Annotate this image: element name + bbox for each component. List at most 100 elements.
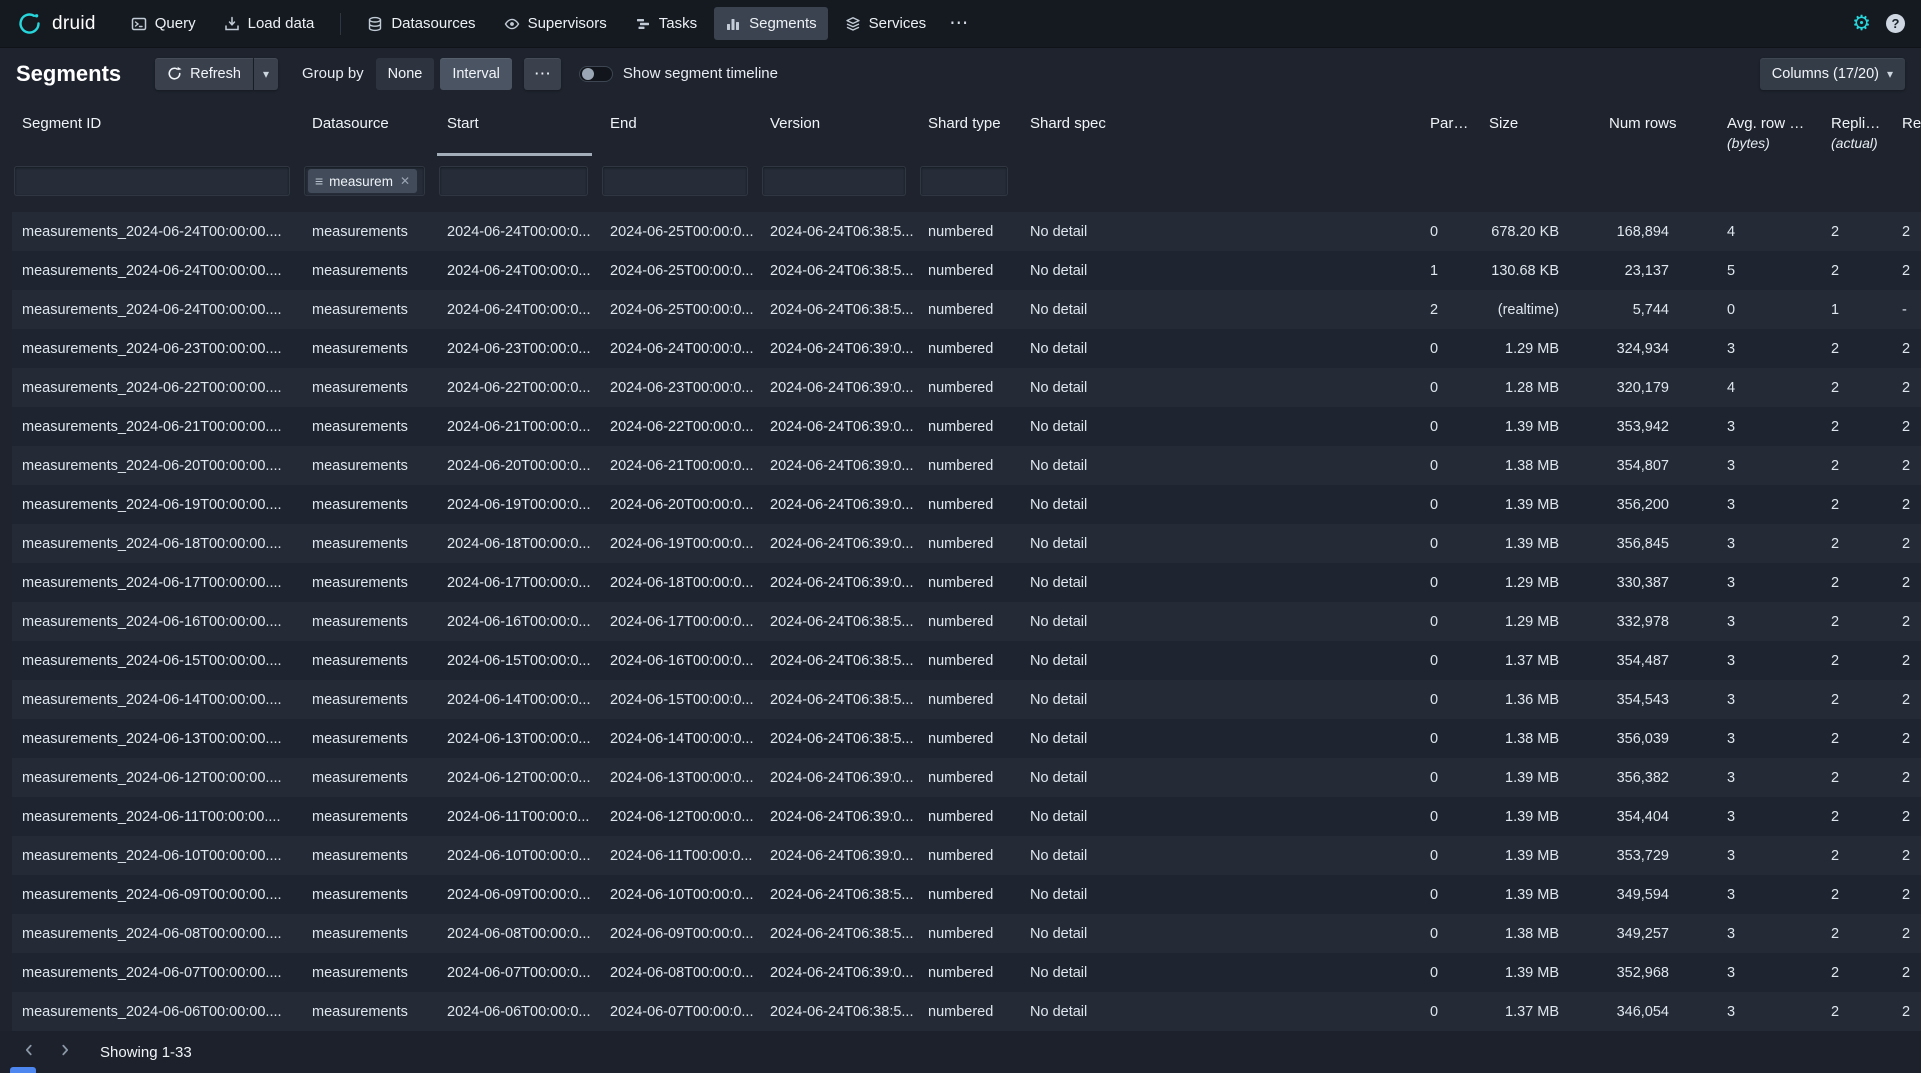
table-row[interactable]: measurements_2024-06-12T00:00:00....meas…	[12, 758, 1921, 797]
cell-version[interactable]: 2024-06-24T06:39:0...	[760, 797, 918, 836]
cell-partition[interactable]: 0	[1420, 485, 1479, 524]
cell-end[interactable]: 2024-06-20T00:00:0...	[600, 485, 760, 524]
cell-num-rows[interactable]: 354,404	[1599, 797, 1717, 836]
cell-replicas[interactable]: 1	[1821, 290, 1896, 329]
cell-shard-type[interactable]: numbered	[918, 524, 1020, 563]
cell-replicas[interactable]: 2	[1821, 836, 1896, 875]
cell-shard-type[interactable]: numbered	[918, 914, 1020, 953]
cell-shard-type[interactable]: numbered	[918, 602, 1020, 641]
cell-replication-factor[interactable]: 2	[1896, 953, 1921, 992]
cell-partition[interactable]: 0	[1420, 602, 1479, 641]
cell-replicas[interactable]: 2	[1821, 251, 1896, 290]
cell-end[interactable]: 2024-06-25T00:00:0...	[600, 290, 760, 329]
cell-segment-id[interactable]: measurements_2024-06-12T00:00:00....	[12, 758, 302, 797]
cell-start[interactable]: 2024-06-24T00:00:0...	[437, 212, 600, 251]
cell-size[interactable]: 1.39 MB	[1479, 836, 1599, 875]
cell-shard-spec[interactable]: No detail	[1020, 368, 1420, 407]
cell-num-rows[interactable]: 330,387	[1599, 563, 1717, 602]
cell-end[interactable]: 2024-06-25T00:00:0...	[600, 251, 760, 290]
refresh-button[interactable]: Refresh	[155, 58, 253, 90]
cell-size[interactable]: 1.29 MB	[1479, 329, 1599, 368]
cell-replicas[interactable]: 2	[1821, 953, 1896, 992]
nav-item-segments[interactable]: Segments	[714, 7, 828, 40]
cell-avg-row-size[interactable]: 0	[1717, 290, 1821, 329]
cell-replicas[interactable]: 2	[1821, 758, 1896, 797]
table-row[interactable]: measurements_2024-06-07T00:00:00....meas…	[12, 953, 1921, 992]
cell-version[interactable]: 2024-06-24T06:38:5...	[760, 992, 918, 1031]
cell-replication-factor[interactable]: 2	[1896, 992, 1921, 1031]
cell-datasource[interactable]: measurements	[302, 992, 437, 1031]
cell-partition[interactable]: 0	[1420, 212, 1479, 251]
column-header-datasource[interactable]: Datasource	[302, 108, 437, 156]
cell-replicas[interactable]: 2	[1821, 992, 1896, 1031]
column-header-start[interactable]: Start	[437, 108, 600, 156]
cell-shard-spec[interactable]: No detail	[1020, 953, 1420, 992]
cell-partition[interactable]: 0	[1420, 368, 1479, 407]
cell-end[interactable]: 2024-06-07T00:00:0...	[600, 992, 760, 1031]
cell-start[interactable]: 2024-06-19T00:00:0...	[437, 485, 600, 524]
cell-version[interactable]: 2024-06-24T06:39:0...	[760, 836, 918, 875]
cell-start[interactable]: 2024-06-10T00:00:0...	[437, 836, 600, 875]
cell-segment-id[interactable]: measurements_2024-06-23T00:00:00....	[12, 329, 302, 368]
cell-replicas[interactable]: 2	[1821, 407, 1896, 446]
cell-partition[interactable]: 0	[1420, 953, 1479, 992]
cell-shard-type[interactable]: numbered	[918, 563, 1020, 602]
cell-shard-type[interactable]: numbered	[918, 446, 1020, 485]
cell-replicas[interactable]: 2	[1821, 680, 1896, 719]
cell-version[interactable]: 2024-06-24T06:39:0...	[760, 329, 918, 368]
cell-version[interactable]: 2024-06-24T06:38:5...	[760, 212, 918, 251]
cell-version[interactable]: 2024-06-24T06:38:5...	[760, 875, 918, 914]
cell-datasource[interactable]: measurements	[302, 407, 437, 446]
cell-start[interactable]: 2024-06-09T00:00:0...	[437, 875, 600, 914]
cell-datasource[interactable]: measurements	[302, 953, 437, 992]
column-header-end[interactable]: End	[600, 108, 760, 156]
cell-segment-id[interactable]: measurements_2024-06-21T00:00:00....	[12, 407, 302, 446]
cell-replication-factor[interactable]: 2	[1896, 836, 1921, 875]
filter-input-start[interactable]	[439, 166, 588, 196]
cell-start[interactable]: 2024-06-21T00:00:0...	[437, 407, 600, 446]
column-header-num-rows[interactable]: Num rows	[1599, 108, 1717, 156]
cell-replication-factor[interactable]: 2	[1896, 602, 1921, 641]
cell-datasource[interactable]: measurements	[302, 212, 437, 251]
cell-version[interactable]: 2024-06-24T06:39:0...	[760, 758, 918, 797]
column-header-size[interactable]: Size	[1479, 108, 1599, 156]
cell-replication-factor[interactable]: 2	[1896, 368, 1921, 407]
cell-size[interactable]: 1.28 MB	[1479, 368, 1599, 407]
cell-shard-type[interactable]: numbered	[918, 875, 1020, 914]
cell-start[interactable]: 2024-06-15T00:00:0...	[437, 641, 600, 680]
cell-datasource[interactable]: measurements	[302, 797, 437, 836]
cell-end[interactable]: 2024-06-11T00:00:0...	[600, 836, 760, 875]
table-row[interactable]: measurements_2024-06-24T00:00:00....meas…	[12, 212, 1921, 251]
cell-size[interactable]: 678.20 KB	[1479, 212, 1599, 251]
cell-shard-type[interactable]: numbered	[918, 797, 1020, 836]
cell-start[interactable]: 2024-06-16T00:00:0...	[437, 602, 600, 641]
cell-segment-id[interactable]: measurements_2024-06-24T00:00:00....	[12, 290, 302, 329]
cell-datasource[interactable]: measurements	[302, 719, 437, 758]
cell-partition[interactable]: 0	[1420, 758, 1479, 797]
table-row[interactable]: measurements_2024-06-19T00:00:00....meas…	[12, 485, 1921, 524]
table-row[interactable]: measurements_2024-06-20T00:00:00....meas…	[12, 446, 1921, 485]
nav-item-tasks[interactable]: Tasks	[624, 7, 708, 40]
cell-shard-spec[interactable]: No detail	[1020, 992, 1420, 1031]
cell-num-rows[interactable]: 356,382	[1599, 758, 1717, 797]
nav-item-load-data[interactable]: Load data	[213, 7, 326, 40]
cell-start[interactable]: 2024-06-17T00:00:0...	[437, 563, 600, 602]
filter-input-shard-type[interactable]	[920, 166, 1008, 196]
cell-num-rows[interactable]: 5,744	[1599, 290, 1717, 329]
cell-size[interactable]: 1.39 MB	[1479, 875, 1599, 914]
column-header-shard-spec[interactable]: Shard spec	[1020, 108, 1420, 156]
cell-avg-row-size[interactable]: 3	[1717, 524, 1821, 563]
column-header-partition[interactable]: Partition	[1420, 108, 1479, 156]
cell-size[interactable]: 1.37 MB	[1479, 641, 1599, 680]
cell-start[interactable]: 2024-06-07T00:00:0...	[437, 953, 600, 992]
cell-replicas[interactable]: 2	[1821, 368, 1896, 407]
table-row[interactable]: measurements_2024-06-24T00:00:00....meas…	[12, 251, 1921, 290]
cell-shard-spec[interactable]: No detail	[1020, 836, 1420, 875]
cell-datasource[interactable]: measurements	[302, 524, 437, 563]
cell-version[interactable]: 2024-06-24T06:38:5...	[760, 680, 918, 719]
cell-num-rows[interactable]: 354,487	[1599, 641, 1717, 680]
prev-page-button[interactable]	[14, 1037, 44, 1067]
cell-replication-factor[interactable]: 2	[1896, 212, 1921, 251]
cell-version[interactable]: 2024-06-24T06:39:0...	[760, 485, 918, 524]
cell-version[interactable]: 2024-06-24T06:38:5...	[760, 719, 918, 758]
